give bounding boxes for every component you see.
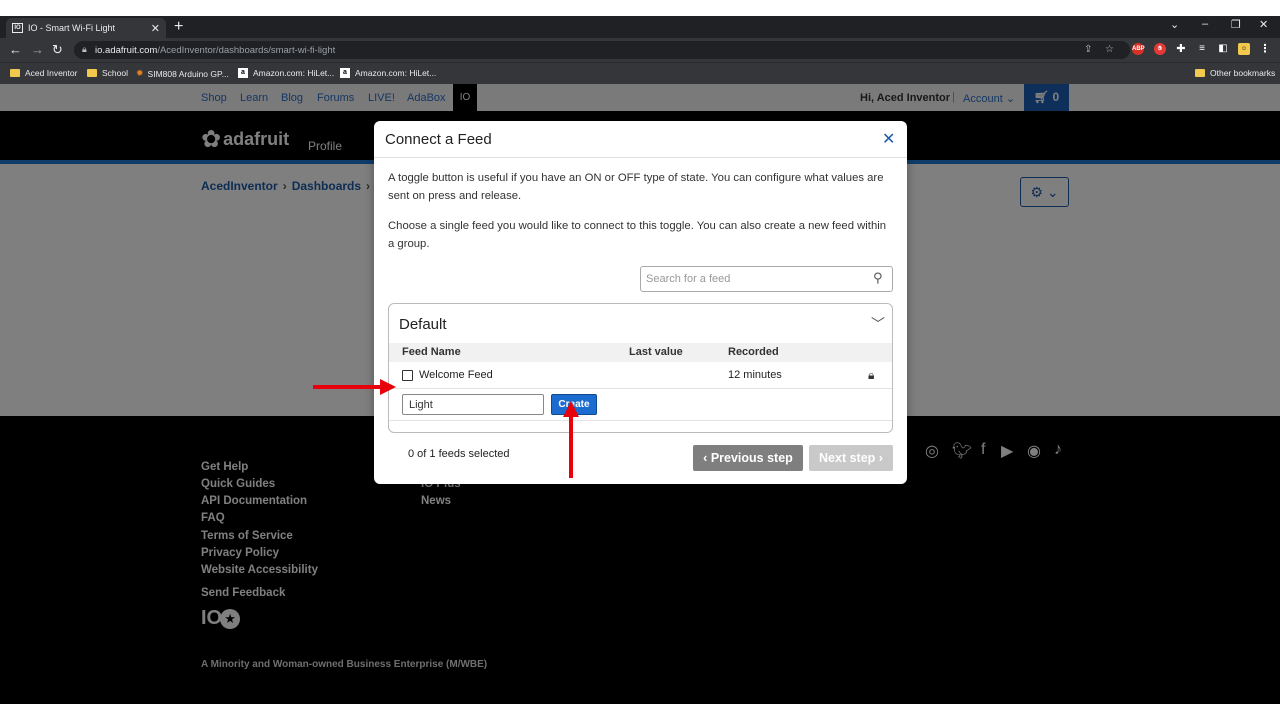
annotation-arrowhead-right xyxy=(380,379,396,395)
modal-description: A toggle button is useful if you have an… xyxy=(388,172,884,202)
maximize-icon[interactable]: ❐ xyxy=(1231,18,1241,31)
profile-avatar-icon[interactable]: ☺ xyxy=(1238,43,1250,55)
bookmark-label: School xyxy=(102,68,128,78)
url-text: io.adafruit.com/AcedInventor/dashboards/… xyxy=(95,45,335,56)
bookmark-label: Amazon.com: HiLet... xyxy=(355,68,437,78)
modal-header: Connect a Feed ✕ xyxy=(374,121,907,158)
url-path: /AcedInventor/dashboards/smart-wi-fi-lig… xyxy=(157,45,336,56)
next-step-button[interactable]: Next step › xyxy=(809,445,893,471)
amazon-icon: a xyxy=(340,68,350,78)
folder-icon xyxy=(1195,69,1205,77)
tab-close-icon[interactable]: ✕ xyxy=(151,22,160,35)
bookmark-label: SIM808 Arduino GP... xyxy=(147,68,229,79)
close-icon[interactable]: ✕ xyxy=(882,129,895,149)
col-recorded: Recorded xyxy=(728,346,779,358)
side-panel-icon[interactable]: ◧ xyxy=(1217,43,1229,55)
search-input[interactable] xyxy=(642,268,862,290)
chevron-down-icon[interactable]: ﹀ xyxy=(871,314,885,334)
secure-lock-icon[interactable]: 🔒︎ xyxy=(82,44,87,55)
adblock-extension-icon[interactable]: ABP xyxy=(1132,43,1145,55)
bookmarks-bar: Aced Inventor School ✹ SIM808 Arduino GP.… xyxy=(0,62,1280,84)
col-last-value: Last value xyxy=(629,346,683,358)
browser-tab[interactable]: IO IO - Smart Wi-Fi Light ✕ xyxy=(6,18,166,38)
reload-icon[interactable]: ↻ xyxy=(52,42,63,58)
other-bookmarks[interactable]: Other bookmarks xyxy=(1195,68,1275,78)
selected-count: 0 of 1 feeds selected xyxy=(408,448,510,460)
feed-group-default: Default ﹀ Feed Name Last value Recorded … xyxy=(388,303,893,433)
annotation-arrowhead-up xyxy=(563,401,579,417)
browser-menu-icon[interactable]: ⋮ xyxy=(1259,43,1271,55)
extension-hand-icon[interactable]: ✋︎ xyxy=(1154,43,1166,55)
folder-icon xyxy=(10,69,20,77)
modal-instructions: Choose a single feed you would like to c… xyxy=(388,220,887,250)
bookmark-label: Other bookmarks xyxy=(1210,68,1276,78)
forward-arrow-icon[interactable]: → xyxy=(31,42,44,57)
browser-tab-bar: IO IO - Smart Wi-Fi Light ✕ + ⌄ – ❐ ✕ xyxy=(0,16,1280,38)
annotation-arrow-up xyxy=(569,412,573,478)
browser-toolbar: ← → ↻ 🔒︎ io.adafruit.com/AcedInventor/da… xyxy=(0,38,1280,62)
bookmark-amazon-2[interactable]: a Amazon.com: HiLet... xyxy=(340,68,436,78)
url-domain: io.adafruit.com xyxy=(95,45,158,56)
amazon-icon: a xyxy=(238,68,248,78)
previous-step-button[interactable]: ‹ Previous step xyxy=(693,445,803,471)
chevron-left-icon: ‹ xyxy=(703,451,708,465)
lock-icon: 🔒︎ xyxy=(868,368,875,382)
prev-label: Previous step xyxy=(710,451,793,465)
new-tab-button[interactable]: + xyxy=(174,18,183,36)
address-bar[interactable]: 🔒︎ io.adafruit.com/AcedInventor/dashboar… xyxy=(74,41,1130,59)
extensions-puzzle-icon[interactable]: ✚ xyxy=(1175,43,1187,55)
bookmark-star-icon[interactable]: ☆ xyxy=(1105,44,1114,55)
tab-search-icon[interactable]: ⌄ xyxy=(1170,18,1179,31)
bookmark-amazon-1[interactable]: a Amazon.com: HiLet... xyxy=(238,68,334,78)
window-close-icon[interactable]: ✕ xyxy=(1259,18,1268,31)
share-icon[interactable]: ⇪ xyxy=(1084,44,1092,55)
back-arrow-icon[interactable]: ← xyxy=(9,42,22,57)
bookmark-aced-inventor[interactable]: Aced Inventor xyxy=(10,68,77,78)
col-feed-name: Feed Name xyxy=(402,346,461,358)
next-label: Next step xyxy=(819,451,876,465)
io-favicon-icon: IO xyxy=(12,23,23,33)
feed-checkbox[interactable] xyxy=(402,370,413,381)
screenshot-frame: IO IO - Smart Wi-Fi Light ✕ + ⌄ – ❐ ✕ ← … xyxy=(0,16,1280,704)
tab-title: IO - Smart Wi-Fi Light xyxy=(28,23,116,33)
chevron-right-icon: › xyxy=(878,451,883,465)
bookmark-label: Amazon.com: HiLet... xyxy=(253,68,335,78)
table-header: Feed Name Last value Recorded xyxy=(389,343,892,362)
feed-recorded: 12 minutes xyxy=(728,369,782,381)
feed-search: ⚲ xyxy=(640,266,893,292)
bookmark-label: Aced Inventor xyxy=(25,68,78,78)
table-row: Welcome Feed 12 minutes 🔒︎ xyxy=(389,364,892,389)
bookmark-sim808[interactable]: ✹ SIM808 Arduino GP... xyxy=(136,68,229,79)
arduino-icon: ✹ xyxy=(136,68,144,78)
modal-title: Connect a Feed xyxy=(385,131,492,148)
bookmark-school[interactable]: School xyxy=(87,68,128,78)
connect-feed-modal: Connect a Feed ✕ A toggle button is usef… xyxy=(374,121,907,484)
group-title: Default xyxy=(399,316,447,333)
reading-list-icon[interactable]: ≡ xyxy=(1196,43,1208,55)
group-divider xyxy=(389,420,892,421)
folder-icon xyxy=(87,69,97,77)
minimize-icon[interactable]: – xyxy=(1202,18,1208,30)
feed-name: Welcome Feed xyxy=(419,369,493,381)
search-icon[interactable]: ⚲ xyxy=(873,270,883,286)
new-feed-input[interactable] xyxy=(402,394,544,415)
